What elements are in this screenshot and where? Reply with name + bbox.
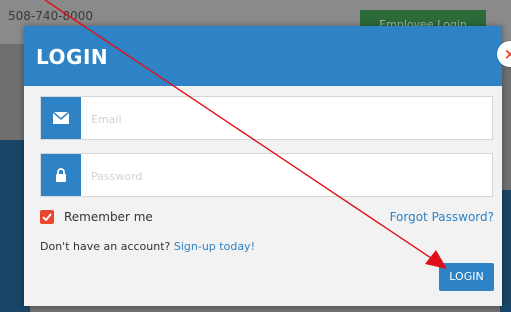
modal-header: LOGIN (24, 26, 502, 86)
signup-prompt: Don't have an account? (40, 240, 171, 253)
signup-row: Don't have an account? Sign-up today! (40, 240, 255, 253)
modal-title: LOGIN (36, 45, 109, 69)
lock-icon (41, 154, 81, 196)
password-field (40, 153, 493, 198)
login-modal: LOGIN Remember me Forgot Password? (24, 26, 511, 306)
login-button[interactable]: LOGIN (439, 263, 494, 291)
forgot-password-link[interactable]: Forgot Password? (390, 210, 494, 224)
remember-checkbox[interactable] (40, 210, 54, 224)
check-icon (42, 213, 52, 221)
password-input[interactable] (89, 154, 483, 198)
email-field (40, 96, 493, 141)
envelope-icon (41, 97, 81, 139)
email-input[interactable] (89, 97, 483, 141)
remember-me[interactable]: Remember me (40, 210, 153, 224)
background-phone: 508-740-8000 (8, 9, 94, 23)
signup-link[interactable]: Sign-up today! (174, 240, 255, 253)
remember-label: Remember me (64, 210, 153, 224)
